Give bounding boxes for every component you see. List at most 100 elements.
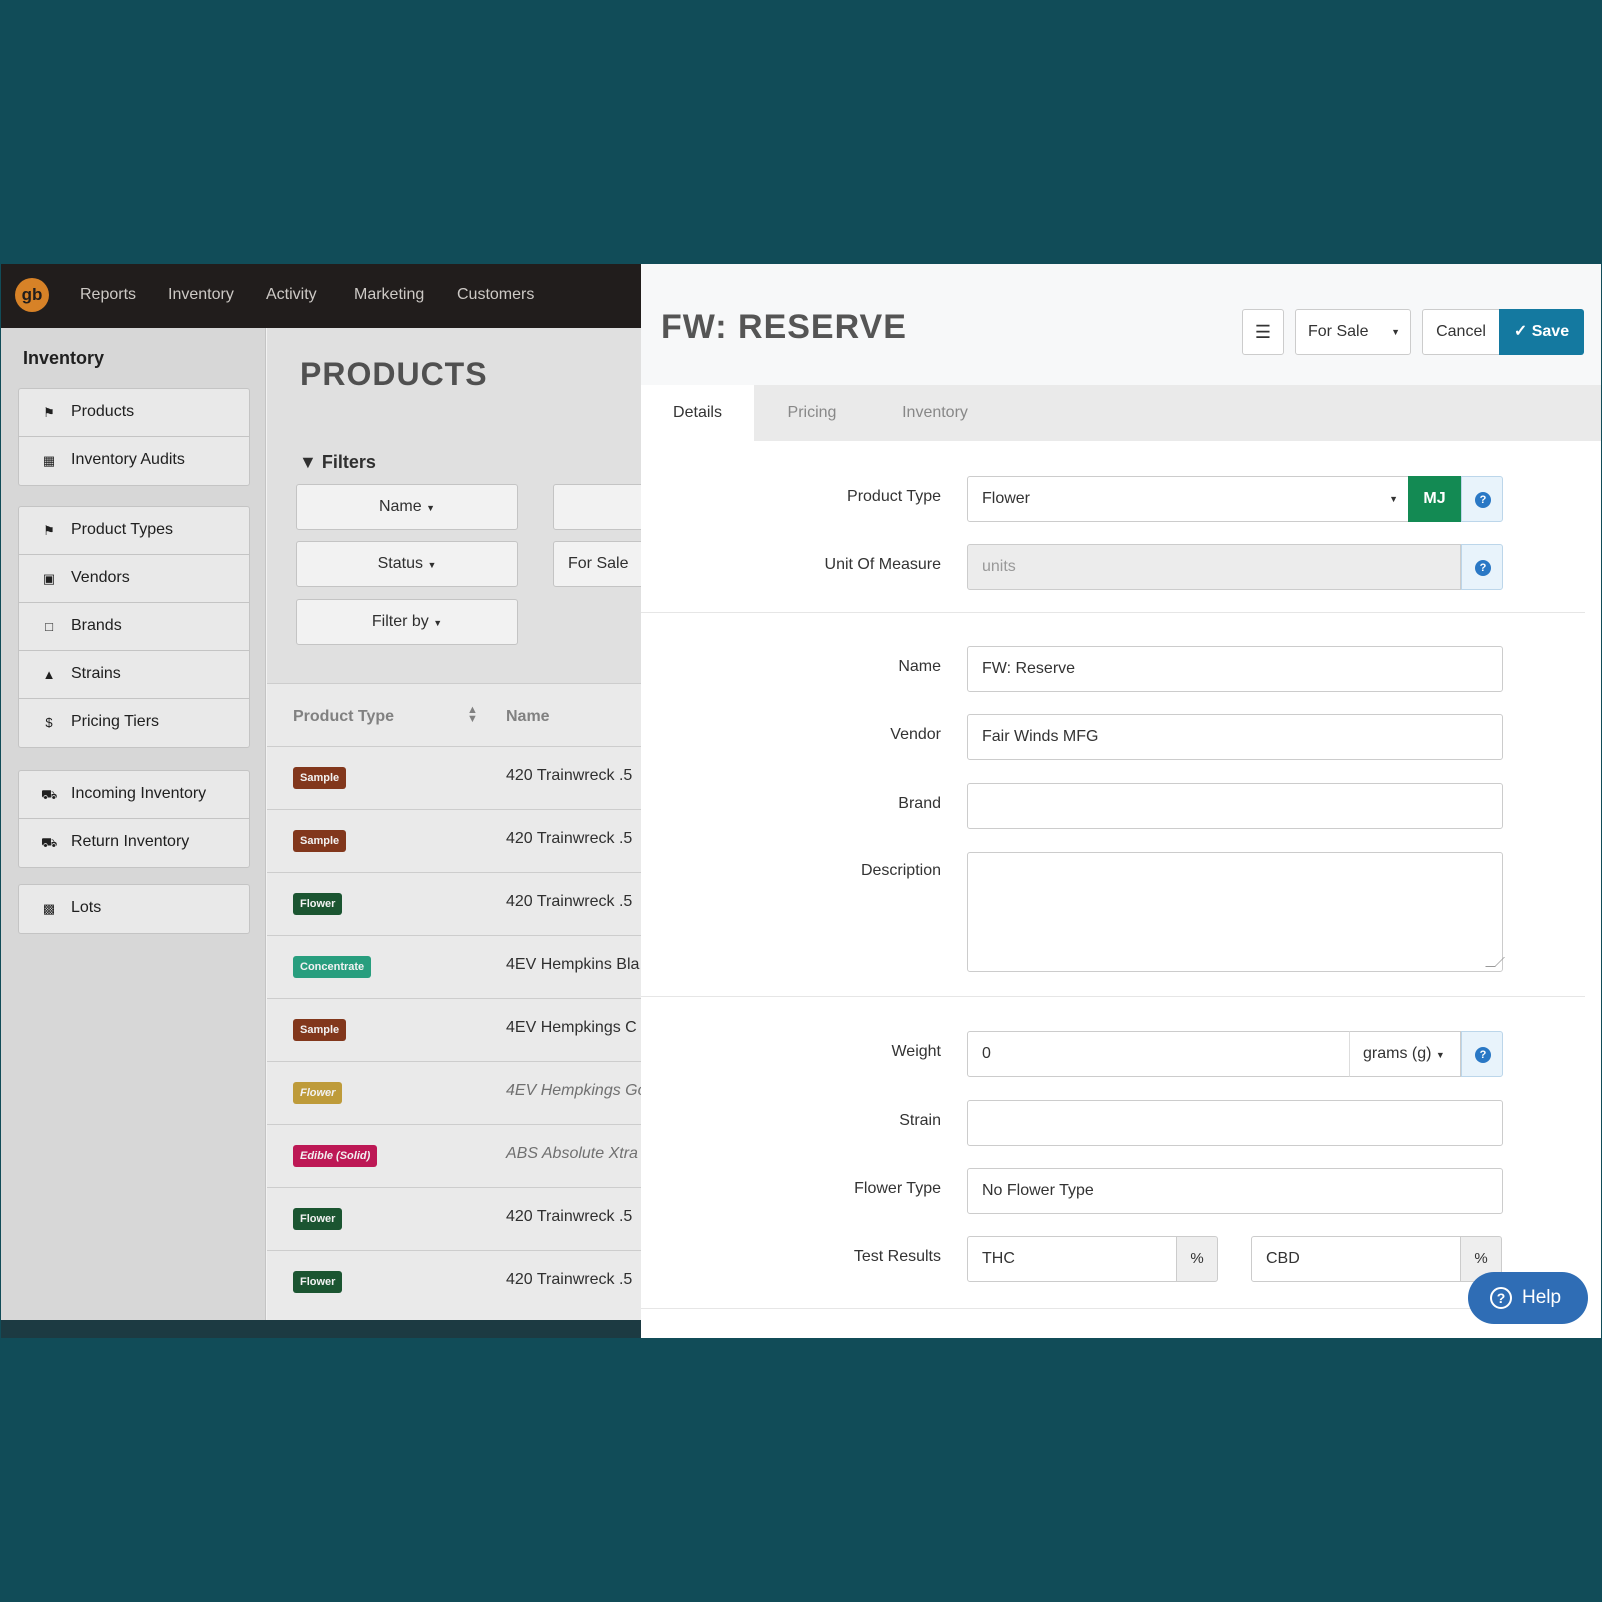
unit-of-measure-field: units [967, 544, 1461, 590]
unit-of-measure-help[interactable]: ? [1461, 544, 1503, 590]
product-name[interactable]: 420 Trainwreck .5 [506, 767, 632, 785]
strain-label: Strain [899, 1112, 941, 1129]
nav-marketing[interactable]: Marketing [354, 286, 424, 304]
caret-down-icon: ▼ [426, 503, 436, 513]
strain-field[interactable] [967, 1100, 1503, 1146]
name-field[interactable]: FW: Reserve [967, 646, 1503, 692]
name-label: Name [898, 658, 941, 675]
dollar-icon: $ [45, 715, 53, 730]
status-filter-value[interactable]: For Sale [553, 541, 653, 587]
product-type-badge: Flower [293, 1208, 343, 1230]
column-header-name[interactable]: Name [506, 708, 550, 726]
table-row[interactable]: Flower 4EV Hempkings Go [267, 1061, 647, 1124]
status-filter-label: Status [377, 555, 423, 572]
nav-reports[interactable]: Reports [80, 286, 136, 304]
status-select-value: For Sale [1308, 323, 1369, 340]
table-row[interactable]: Sample 420 Trainwreck .5 [267, 809, 641, 872]
sidebar-item-product-types[interactable]: ⚑ Product Types [19, 507, 249, 555]
weight-field[interactable]: 0 [967, 1031, 1351, 1077]
resize-handle-icon[interactable] [1485, 957, 1505, 967]
column-header-product-type[interactable]: Product Type [293, 708, 394, 726]
filter-by-label: Filter by [371, 613, 429, 630]
sidebar-item-return-inventory[interactable]: ⛟ Return Inventory [19, 819, 249, 867]
sidebar-item-vendors[interactable]: ▣ Vendors [19, 555, 249, 603]
sidebar-item-label: Pricing Tiers [71, 713, 160, 730]
logo[interactable]: gb [15, 278, 49, 312]
sidebar-group-shipments: ⛟ Incoming Inventory ⛟ Return Inventory [18, 770, 250, 868]
mj-badge: MJ [1408, 476, 1461, 522]
vendor-label: Vendor [890, 726, 941, 743]
weight-help[interactable]: ? [1461, 1031, 1503, 1077]
filter-input-right[interactable] [553, 484, 653, 530]
brand-field[interactable] [967, 783, 1503, 829]
sidebar-item-lots[interactable]: ▩ Lots [19, 885, 249, 933]
description-textarea[interactable] [967, 852, 1505, 972]
question-icon: ? [1475, 492, 1491, 508]
flower-type-field[interactable]: No Flower Type [967, 1168, 1503, 1214]
test-results-label: Test Results [853, 1248, 941, 1265]
panel-title: FW: RESERVE [661, 308, 907, 346]
table-row[interactable]: Flower 420 Trainwreck .5 [267, 1250, 641, 1313]
filter-icon: ▼ [299, 452, 317, 472]
nav-inventory[interactable]: Inventory [168, 286, 234, 304]
truck-icon: ⛟ [41, 787, 58, 802]
product-type-badge: Edible (Solid) [293, 1145, 378, 1167]
tab-details[interactable]: Details [641, 385, 754, 441]
sidebar-item-label: Brands [71, 617, 122, 634]
product-name[interactable]: 4EV Hempkings Go [506, 1082, 647, 1100]
product-name[interactable]: ABS Absolute Xtra [506, 1145, 638, 1163]
product-type-label: Product Type [847, 488, 941, 505]
weight-unit-dropdown[interactable]: grams (g) ▼ [1349, 1031, 1461, 1077]
cbd-field[interactable]: CBD [1251, 1236, 1461, 1282]
product-name[interactable]: 420 Trainwreck .5 [506, 1271, 632, 1289]
sidebar-item-products[interactable]: ⚑ Products [19, 389, 249, 437]
product-type-value: Flower [982, 490, 1031, 507]
cancel-button[interactable]: Cancel [1422, 309, 1500, 355]
product-name[interactable]: 420 Trainwreck .5 [506, 830, 632, 848]
sidebar-item-brands[interactable]: □ Brands [19, 603, 249, 651]
product-type-badge: Concentrate [293, 956, 372, 978]
product-type-badge: Sample [293, 767, 347, 789]
product-name[interactable]: 420 Trainwreck .5 [506, 893, 632, 911]
sidebar-item-inventory-audits[interactable]: ▦ Inventory Audits [19, 437, 249, 485]
sidebar-item-pricing-tiers[interactable]: $ Pricing Tiers [19, 699, 249, 747]
sort-icon[interactable]: ▲ ▼ [467, 705, 478, 725]
tab-inventory[interactable]: Inventory [870, 385, 1000, 441]
save-button[interactable]: ✓ Save [1499, 309, 1584, 355]
hamburger-icon: ☰ [1254, 322, 1272, 342]
product-name[interactable]: 4EV Hempkings C [506, 1019, 637, 1037]
sidebar-item-label: Strains [71, 665, 121, 682]
nav-customers[interactable]: Customers [457, 286, 534, 304]
sidebar-group-lots: ▩ Lots [18, 884, 250, 934]
status-select[interactable]: For Sale ▼ [1295, 309, 1411, 355]
product-type-badge: Flower [293, 893, 343, 915]
help-button[interactable]: ? Help [1468, 1272, 1588, 1324]
nav-activity[interactable]: Activity [266, 286, 317, 304]
filter-by-button[interactable]: Filter by ▼ [296, 599, 518, 645]
section-divider [641, 996, 1585, 997]
section-divider [641, 612, 1585, 613]
product-name[interactable]: 420 Trainwreck .5 [506, 1208, 632, 1226]
table-row[interactable]: Flower 420 Trainwreck .5 [267, 872, 641, 935]
table-row[interactable]: Edible (Solid) ABS Absolute Xtra [267, 1124, 641, 1187]
section-divider [641, 1308, 1585, 1309]
product-type-select[interactable]: Flower ▼ [967, 476, 1409, 522]
product-type-badge: Sample [293, 830, 347, 852]
vendor-field[interactable]: Fair Winds MFG [967, 714, 1503, 760]
caret-down-icon: ▼ [1391, 327, 1400, 337]
name-filter-button[interactable]: Name ▼ [296, 484, 518, 530]
sidebar-item-label: Products [71, 403, 135, 420]
product-type-help[interactable]: ? [1461, 476, 1503, 522]
table-row[interactable]: Sample 420 Trainwreck .5 [267, 746, 641, 809]
sidebar-item-strains[interactable]: ▲ Strains [19, 651, 249, 699]
sidebar-title: Inventory [23, 348, 105, 368]
menu-button[interactable]: ☰ [1242, 309, 1284, 355]
tab-pricing[interactable]: Pricing [754, 385, 870, 441]
table-row[interactable]: Sample 4EV Hempkings C [267, 998, 641, 1061]
status-filter-button[interactable]: Status ▼ [296, 541, 518, 587]
table-row[interactable]: Flower 420 Trainwreck .5 [267, 1187, 641, 1250]
thc-field[interactable]: THC [967, 1236, 1177, 1282]
table-row[interactable]: Concentrate 4EV Hempkins Bla [267, 935, 641, 998]
product-name[interactable]: 4EV Hempkins Bla [506, 956, 639, 974]
sidebar-item-incoming-inventory[interactable]: ⛟ Incoming Inventory [19, 771, 249, 819]
